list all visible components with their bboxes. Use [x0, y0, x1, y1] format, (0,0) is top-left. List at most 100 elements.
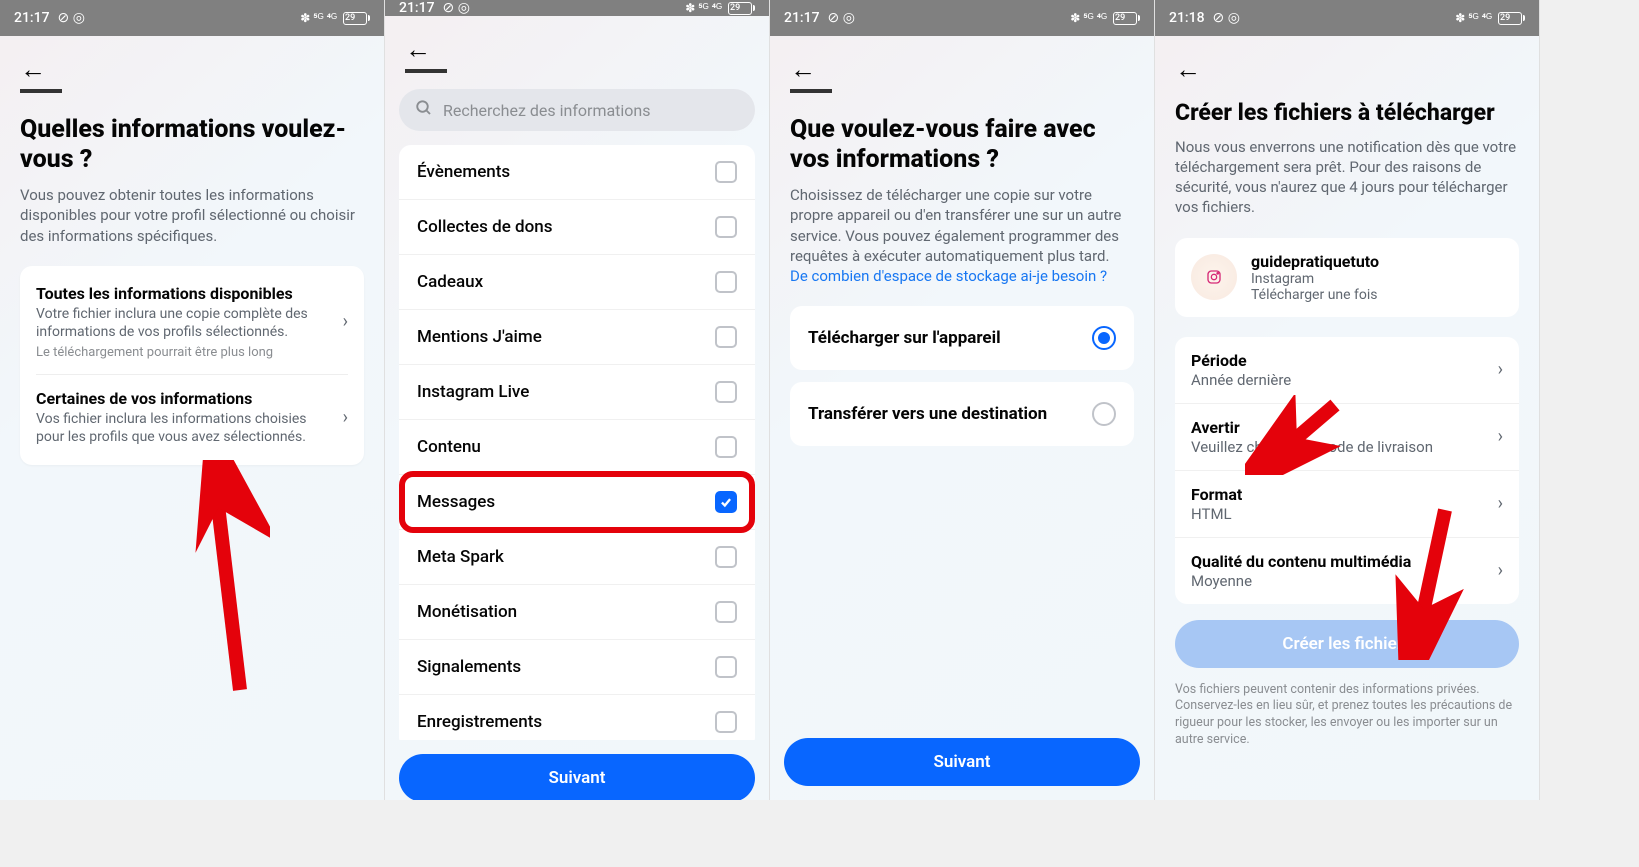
setting-row[interactable]: AvertirVeuillez choisir un mode de livra… [1175, 404, 1519, 471]
setting-title: Période [1191, 351, 1291, 370]
back-button[interactable]: ← [405, 34, 447, 73]
list-item[interactable]: Évènements [399, 145, 755, 200]
battery-level: 29 [345, 14, 355, 23]
status-time: 21:17 [784, 10, 820, 26]
chevron-right-icon: › [343, 407, 348, 428]
list-item[interactable]: Cadeaux [399, 255, 755, 310]
header: ← [0, 36, 384, 97]
next-button[interactable]: Suivant [784, 738, 1140, 786]
footnote: Vos fichiers peuvent contenir des inform… [1175, 682, 1519, 750]
checkbox-icon[interactable] [715, 656, 737, 678]
page-subtitle: Vous pouvez obtenir toutes les informati… [20, 185, 364, 246]
statusbar: 21:17 ⊘ ◎ ✽ ⁵ᴳ ⁴ᴳ 29 [0, 0, 384, 36]
chevron-right-icon: › [1498, 493, 1503, 514]
option-transfer-destination[interactable]: Transférer vers une destination [790, 382, 1134, 446]
back-button[interactable]: ← [20, 54, 62, 93]
setting-title: Format [1191, 485, 1242, 504]
page-subtitle: Nous vous enverrons une notification dès… [1175, 137, 1519, 218]
checkbox-icon[interactable] [715, 381, 737, 403]
checkbox-icon[interactable] [715, 436, 737, 458]
page-title: Quelles informations voulez-vous ? [20, 115, 364, 175]
setting-row[interactable]: FormatHTML› [1175, 471, 1519, 538]
list-item[interactable]: Contenu [399, 420, 755, 475]
checkbox-icon[interactable] [715, 271, 737, 293]
list-item[interactable]: Messages [399, 475, 755, 530]
next-button[interactable]: Suivant [399, 754, 755, 800]
checkbox-icon[interactable] [715, 326, 737, 348]
option-title: Toutes les informations disponibles [36, 284, 333, 303]
option-some-info[interactable]: Certaines de vos informations Vos fichie… [20, 375, 364, 460]
chevron-right-icon: › [343, 311, 348, 332]
status-icons-left: ⊘ ◎ [443, 0, 470, 16]
radio-label: Télécharger sur l'appareil [808, 328, 1001, 348]
checkbox-checked-icon[interactable] [715, 491, 737, 513]
list-item-label: Cadeaux [417, 272, 483, 292]
list-item-label: Contenu [417, 437, 481, 457]
list-item-label: Évènements [417, 162, 510, 182]
account-platform: Instagram [1251, 271, 1379, 287]
list-item-label: Monétisation [417, 602, 517, 622]
list-item[interactable]: Monétisation [399, 585, 755, 640]
screen-2: 21:17 ⊘ ◎ ✽ ⁵ᴳ ⁴ᴳ 29 ← Recherchez des in… [385, 0, 770, 800]
storage-link[interactable]: De combien d'espace de stockage ai-je be… [790, 267, 1107, 285]
battery-level: 29 [1115, 14, 1125, 23]
page-title: Que voulez-vous faire avec vos informati… [790, 115, 1134, 175]
radio-label: Transférer vers une destination [808, 404, 1047, 424]
battery-icon: 29 [1498, 12, 1525, 25]
checkbox-icon[interactable] [715, 216, 737, 238]
status-icons-left: ⊘ ◎ [58, 10, 85, 26]
avatar [1191, 254, 1237, 300]
option-desc: Votre fichier inclura une copie complète… [36, 305, 333, 341]
checkbox-icon[interactable] [715, 601, 737, 623]
header: ← [1155, 36, 1539, 93]
checkbox-icon[interactable] [715, 711, 737, 733]
list-item[interactable]: Enregistrements [399, 695, 755, 740]
option-note: Le téléchargement pourrait être plus lon… [36, 345, 333, 360]
search-icon [415, 99, 433, 121]
status-time: 21:17 [14, 10, 50, 26]
setting-value: Veuillez choisir un mode de livraison [1191, 438, 1433, 456]
list-item-label: Signalements [417, 657, 521, 677]
status-icons-right: ✽ ⁵ᴳ ⁴ᴳ [1455, 11, 1492, 25]
list-item-label: Mentions J'aime [417, 327, 542, 347]
statusbar: 21:17 ⊘ ◎ ✽ ⁵ᴳ ⁴ᴳ 29 [770, 0, 1154, 36]
screen-1: 21:17 ⊘ ◎ ✽ ⁵ᴳ ⁴ᴳ 29 ← Quelles informati… [0, 0, 385, 800]
list-item-label: Meta Spark [417, 547, 504, 567]
info-list: Évènements Collectes de dons Cadeaux Mentio… [399, 145, 755, 740]
options-card: Toutes les informations disponibles Votr… [20, 266, 364, 465]
battery-level: 29 [730, 4, 740, 13]
battery-level: 29 [1500, 14, 1510, 23]
list-item[interactable]: Instagram Live [399, 365, 755, 420]
status-time: 21:17 [399, 0, 435, 16]
status-icons-right: ✽ ⁵ᴳ ⁴ᴳ [685, 1, 722, 15]
list-item[interactable]: Meta Spark [399, 530, 755, 585]
list-item-label: Enregistrements [417, 712, 542, 732]
back-button[interactable]: ← [790, 54, 832, 93]
option-download-device[interactable]: Télécharger sur l'appareil [790, 306, 1134, 370]
checkbox-icon[interactable] [715, 546, 737, 568]
setting-row[interactable]: Qualité du contenu multimédiaMoyenne› [1175, 538, 1519, 604]
back-button[interactable]: ← [1175, 54, 1217, 89]
list-item-label: Collectes de dons [417, 217, 552, 237]
setting-row[interactable]: PériodeAnnée dernière› [1175, 337, 1519, 404]
list-item[interactable]: Signalements [399, 640, 755, 695]
account-note: Télécharger une fois [1251, 287, 1379, 303]
option-desc: Vos fichier inclura les informations cho… [36, 410, 333, 446]
list-item-label: Instagram Live [417, 382, 529, 402]
option-title: Certaines de vos informations [36, 389, 333, 408]
page-title: Créer les fichiers à télécharger [1175, 99, 1519, 127]
create-files-button[interactable]: Créer les fichiers [1175, 620, 1519, 668]
account-name: guidepratiquetuto [1251, 252, 1379, 271]
chevron-right-icon: › [1498, 560, 1503, 581]
status-icons-right: ✽ ⁵ᴳ ⁴ᴳ [1070, 11, 1107, 25]
search-input[interactable]: Recherchez des informations [399, 89, 755, 131]
radio-unselected-icon [1092, 402, 1116, 426]
setting-value: Année dernière [1191, 371, 1291, 389]
list-item[interactable]: Mentions J'aime [399, 310, 755, 365]
page-subtitle: Choisissez de télécharger une copie sur … [790, 185, 1134, 286]
battery-icon: 29 [728, 2, 755, 15]
statusbar: 21:17 ⊘ ◎ ✽ ⁵ᴳ ⁴ᴳ 29 [385, 0, 769, 16]
checkbox-icon[interactable] [715, 161, 737, 183]
option-all-info[interactable]: Toutes les informations disponibles Votr… [20, 270, 364, 374]
list-item[interactable]: Collectes de dons [399, 200, 755, 255]
